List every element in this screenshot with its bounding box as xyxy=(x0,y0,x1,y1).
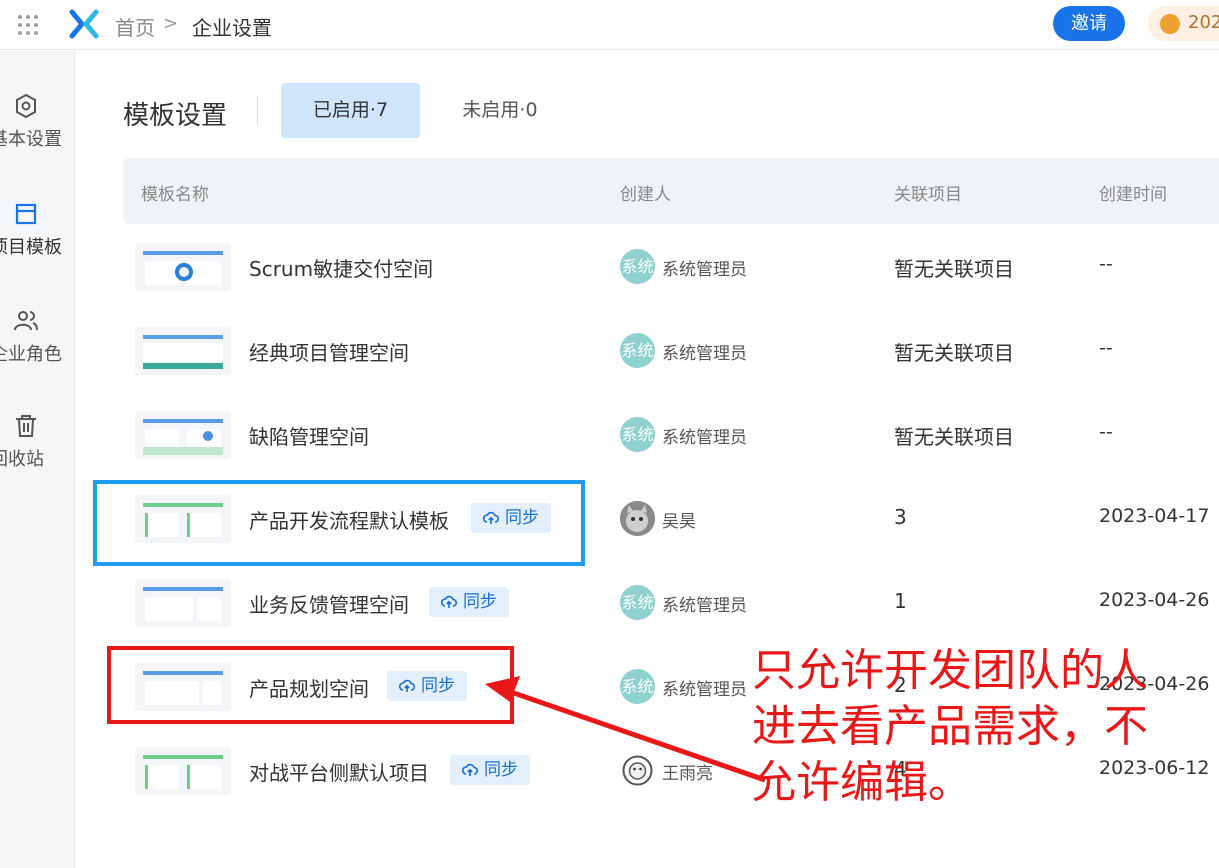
top-bar: 首页 > 企业设置 邀请 2023 xyxy=(0,0,1219,50)
column-header-date: 创建时间 xyxy=(1099,185,1167,205)
related-projects: 暂无关联项目 xyxy=(894,341,1014,365)
creator-name: 系统管理员 xyxy=(662,260,747,280)
trash-icon xyxy=(16,415,36,437)
sync-button[interactable]: 同步 xyxy=(429,587,509,617)
template-thumbnail xyxy=(135,747,231,795)
sidebar-item-label: 企业角色 xyxy=(0,344,62,365)
table-row[interactable]: 经典项目管理空间 系统 系统管理员 暂无关联项目 -- xyxy=(123,309,1219,393)
tab-enabled[interactable]: 已启用·7 xyxy=(281,83,420,138)
sidebar-item-trash[interactable]: 回收站 xyxy=(0,413,74,503)
clock-icon xyxy=(1160,14,1180,34)
logo-icon[interactable] xyxy=(68,8,100,40)
page-title: 模板设置 xyxy=(123,101,228,131)
avatar: 系统 xyxy=(620,417,655,452)
breadcrumb-current: 企业设置 xyxy=(192,16,272,40)
creator-name: 吴昊 xyxy=(662,512,696,532)
avatar: 系统 xyxy=(620,585,655,620)
trial-badge[interactable]: 2023 xyxy=(1148,6,1219,41)
cloud-upload-icon xyxy=(462,763,478,776)
created-date: -- xyxy=(1099,253,1113,275)
template-name[interactable]: 对战平台侧默认项目 xyxy=(249,757,429,786)
template-thumbnail xyxy=(135,327,231,375)
creator-name: 系统管理员 xyxy=(662,344,747,364)
table-header: 模板名称 创建人 关联项目 创建时间 xyxy=(123,158,1219,224)
template-icon xyxy=(15,203,37,225)
creator-name: 系统管理员 xyxy=(662,428,747,448)
annotation-line: 只允许开发团队的人 xyxy=(752,645,1148,696)
avatar: 系统 xyxy=(620,249,655,284)
avatar: 系统 xyxy=(620,333,655,368)
highlight-box-blue xyxy=(93,480,585,566)
template-name[interactable]: 业务反馈管理空间 xyxy=(249,589,409,618)
avatar: 系统 xyxy=(620,669,655,704)
related-projects: 暂无关联项目 xyxy=(894,257,1014,281)
trial-text: 2023 xyxy=(1188,12,1219,33)
tab-disabled[interactable]: 未启用·0 xyxy=(440,83,560,138)
breadcrumb-home[interactable]: 首页 xyxy=(115,12,155,41)
column-header-creator: 创建人 xyxy=(620,185,671,205)
sidebar-item-roles[interactable]: 企业角色 xyxy=(0,308,74,398)
sidebar-item-label: 项目模板 xyxy=(0,237,62,258)
sidebar-item-label: 基本设置 xyxy=(0,129,62,150)
related-projects: 暂无关联项目 xyxy=(894,425,1014,449)
lion-avatar-icon xyxy=(622,755,653,786)
title-divider xyxy=(257,95,258,125)
template-thumbnail xyxy=(135,411,231,459)
template-name[interactable]: Scrum敏捷交付空间 xyxy=(249,253,433,282)
highlight-box-red xyxy=(107,646,514,724)
table-row[interactable]: 业务反馈管理空间 同步 系统 系统管理员 1 2023-04-26 xyxy=(123,561,1219,645)
column-header-name: 模板名称 xyxy=(141,185,209,205)
sync-button[interactable]: 同步 xyxy=(450,755,530,785)
template-name[interactable]: 经典项目管理空间 xyxy=(249,337,409,366)
breadcrumb-separator: > xyxy=(163,13,179,34)
table-row[interactable]: Scrum敏捷交付空间 系统 系统管理员 暂无关联项目 -- xyxy=(123,225,1219,309)
template-name[interactable]: 缺陷管理空间 xyxy=(249,421,369,450)
created-date: 2023-04-17 xyxy=(1099,505,1210,527)
sync-label: 同步 xyxy=(484,760,518,780)
creator-name: 王雨亮 xyxy=(662,764,713,784)
sidebar: 基本设置 项目模板 企业角色 回收站 xyxy=(0,51,75,868)
cloud-upload-icon xyxy=(441,595,457,608)
related-projects: 1 xyxy=(894,589,907,613)
template-thumbnail xyxy=(135,579,231,627)
creator-name: 系统管理员 xyxy=(662,596,747,616)
sidebar-item-label: 回收站 xyxy=(0,449,44,470)
avatar xyxy=(620,753,655,788)
column-header-projects: 关联项目 xyxy=(894,185,962,205)
avatar xyxy=(620,501,655,536)
invite-button[interactable]: 邀请 xyxy=(1053,6,1125,41)
related-projects: 3 xyxy=(894,505,907,529)
annotation-text: 只允许开发团队的人 进去看产品需求，不 允许编辑。 xyxy=(752,643,1212,811)
annotation-line: 进去看产品需求，不 xyxy=(752,701,1148,752)
users-icon xyxy=(14,311,38,331)
created-date: -- xyxy=(1099,421,1113,443)
annotation-line: 允许编辑。 xyxy=(752,757,972,808)
sidebar-item-basic-settings[interactable]: 基本设置 xyxy=(0,93,74,183)
created-date: -- xyxy=(1099,337,1113,359)
creator-name: 系统管理员 xyxy=(662,680,747,700)
created-date: 2023-04-26 xyxy=(1099,589,1210,611)
cat-avatar-icon xyxy=(620,501,655,536)
table-row[interactable]: 缺陷管理空间 系统 系统管理员 暂无关联项目 -- xyxy=(123,393,1219,477)
sync-label: 同步 xyxy=(463,592,497,612)
sidebar-item-project-template[interactable]: 项目模板 xyxy=(0,201,74,291)
app-grid-icon[interactable] xyxy=(16,13,40,37)
template-thumbnail xyxy=(135,243,231,291)
settings-icon xyxy=(16,93,36,119)
